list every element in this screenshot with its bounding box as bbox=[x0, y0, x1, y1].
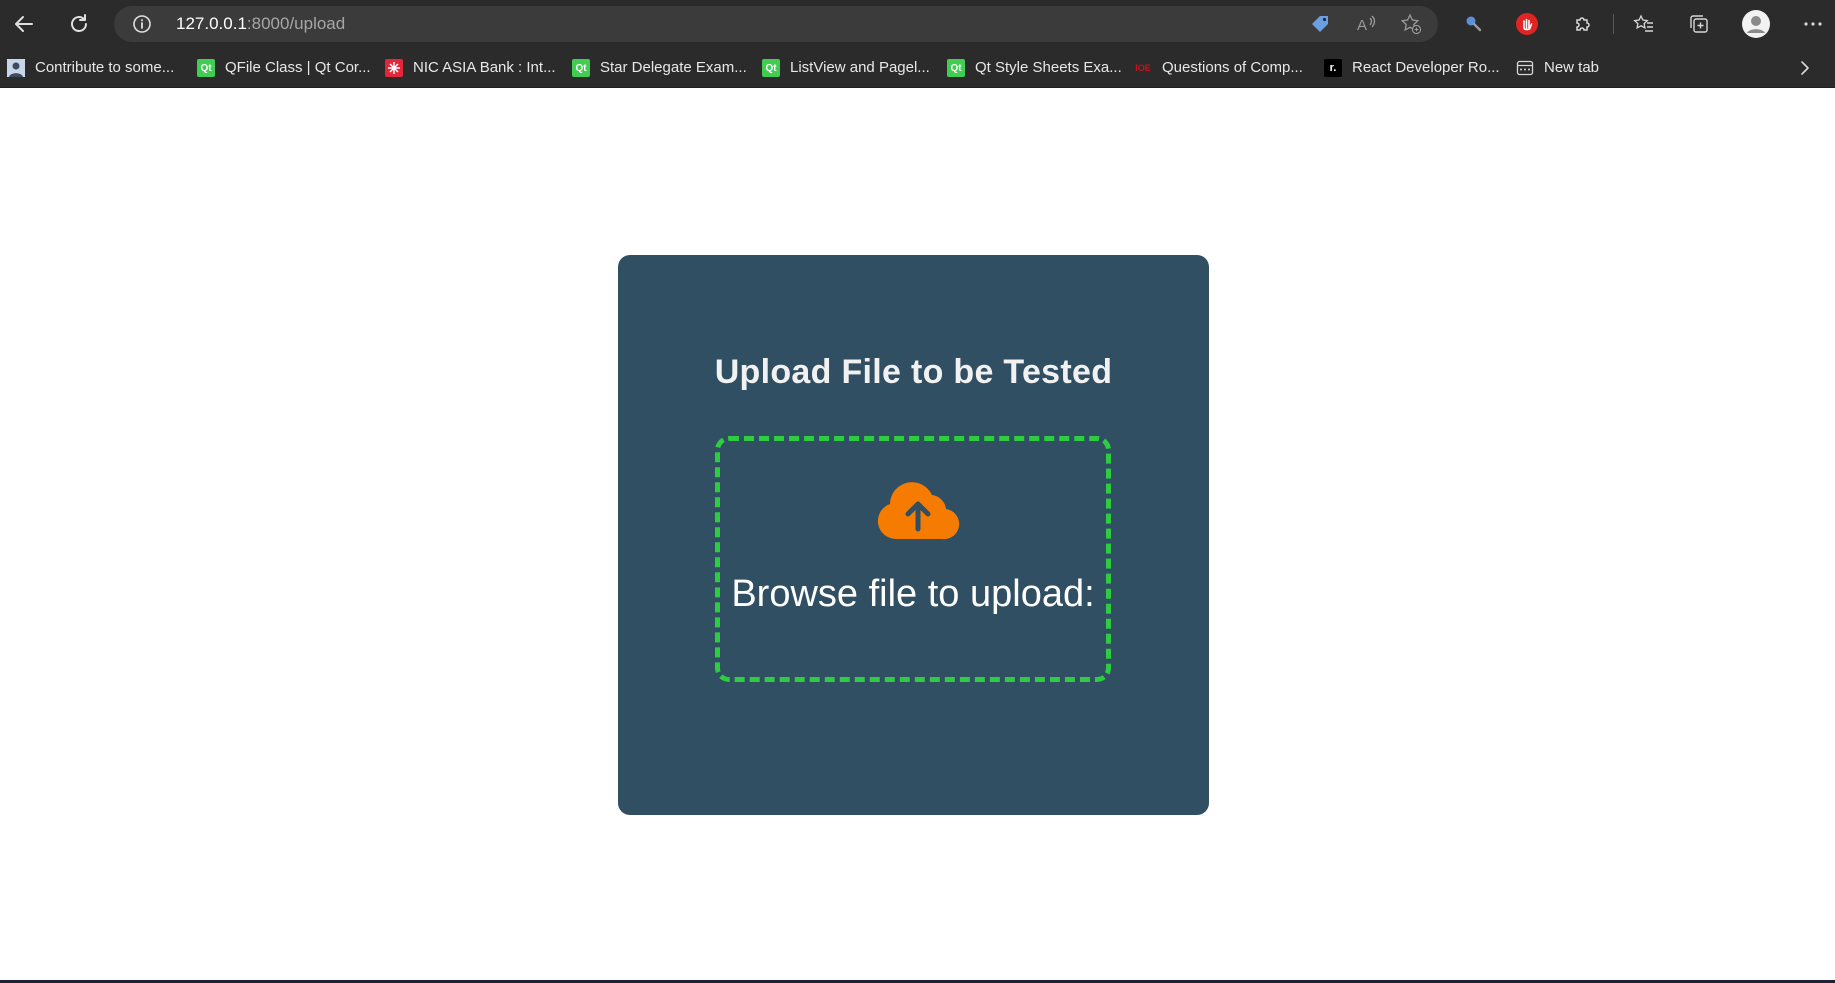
more-menu-icon[interactable] bbox=[1795, 6, 1831, 42]
new-tab-icon bbox=[1516, 59, 1534, 77]
url-host: 127.0.0.1 bbox=[176, 14, 247, 33]
bookmark-item[interactable]: Qt Star Delegate Exam... bbox=[572, 56, 747, 80]
favorites-icon[interactable] bbox=[1626, 6, 1662, 42]
ioe-icon: IOE bbox=[1135, 63, 1151, 73]
chevron-right-icon bbox=[1801, 61, 1809, 75]
qt-icon: Qt bbox=[197, 59, 215, 77]
bookmarks-bar: Contribute to some... Qt QFile Class | Q… bbox=[0, 48, 1835, 88]
read-aloud-icon[interactable]: A bbox=[1355, 13, 1377, 35]
svg-text:A: A bbox=[1357, 17, 1367, 34]
back-button[interactable] bbox=[6, 6, 42, 42]
extension-search-icon[interactable] bbox=[1456, 6, 1492, 42]
extensions-puzzle-icon[interactable] bbox=[1565, 6, 1601, 42]
collections-icon[interactable] bbox=[1681, 6, 1717, 42]
page-title: Upload File to be Tested bbox=[714, 353, 1113, 391]
refresh-button[interactable] bbox=[61, 6, 97, 42]
bookmark-label: NIC ASIA Bank : Int... bbox=[413, 59, 556, 76]
bookmark-item[interactable]: Contribute to some... bbox=[7, 56, 174, 80]
dropzone-label: Browse file to upload: bbox=[731, 573, 1095, 615]
cloud-upload-icon bbox=[877, 482, 960, 540]
bookmark-label: Questions of Comp... bbox=[1162, 59, 1303, 76]
file-dropzone[interactable]: Browse file to upload: bbox=[715, 436, 1111, 682]
roadmap-icon: r. bbox=[1324, 59, 1342, 77]
bookmark-item[interactable]: Qt Qt Style Sheets Exa... bbox=[947, 56, 1122, 80]
nic-asia-icon bbox=[385, 59, 403, 77]
bookmark-label: React Developer Ro... bbox=[1352, 59, 1500, 76]
bookmark-item[interactable]: NIC ASIA Bank : Int... bbox=[385, 56, 556, 80]
refresh-icon bbox=[71, 14, 87, 32]
user-avatar-icon bbox=[7, 59, 25, 77]
profile-avatar-icon[interactable] bbox=[1738, 6, 1774, 42]
bookmarks-overflow-button[interactable] bbox=[1797, 56, 1813, 80]
bookmark-item[interactable]: Qt QFile Class | Qt Cor... bbox=[197, 56, 371, 80]
adblock-extension-icon[interactable] bbox=[1509, 6, 1545, 42]
bookmark-label: New tab bbox=[1544, 59, 1600, 76]
site-info-icon[interactable] bbox=[132, 14, 152, 34]
back-arrow-icon bbox=[15, 16, 33, 32]
upload-card: Upload File to be Tested Browse file to … bbox=[618, 255, 1209, 815]
bookmark-item[interactable]: r. React Developer Ro... bbox=[1324, 56, 1500, 80]
qt-icon: Qt bbox=[572, 59, 590, 77]
bookmark-item[interactable]: Qt ListView and Pagel... bbox=[762, 56, 930, 80]
bookmark-label: Star Delegate Exam... bbox=[600, 59, 747, 76]
browser-toolbar: 127.0.0.1:8000/upload A bbox=[0, 0, 1835, 48]
bookmark-label: ListView and Pagel... bbox=[790, 59, 930, 76]
add-favorite-icon[interactable] bbox=[1400, 13, 1422, 35]
bookmark-label: Contribute to some... bbox=[35, 59, 175, 76]
toolbar-divider bbox=[1613, 14, 1614, 34]
bookmark-item[interactable]: New tab bbox=[1516, 56, 1599, 80]
url-text[interactable]: 127.0.0.1:8000/upload bbox=[176, 14, 345, 34]
url-path: :8000/upload bbox=[246, 14, 346, 33]
coupon-tag-icon[interactable] bbox=[1309, 13, 1331, 35]
bookmark-label: Qt Style Sheets Exa... bbox=[975, 59, 1122, 76]
qt-icon: Qt bbox=[947, 59, 965, 77]
bookmark-item[interactable]: IOE Questions of Comp... bbox=[1134, 56, 1303, 80]
bookmark-label: QFile Class | Qt Cor... bbox=[225, 59, 371, 76]
qt-icon: Qt bbox=[762, 59, 780, 77]
address-bar[interactable]: 127.0.0.1:8000/upload A bbox=[114, 6, 1438, 42]
